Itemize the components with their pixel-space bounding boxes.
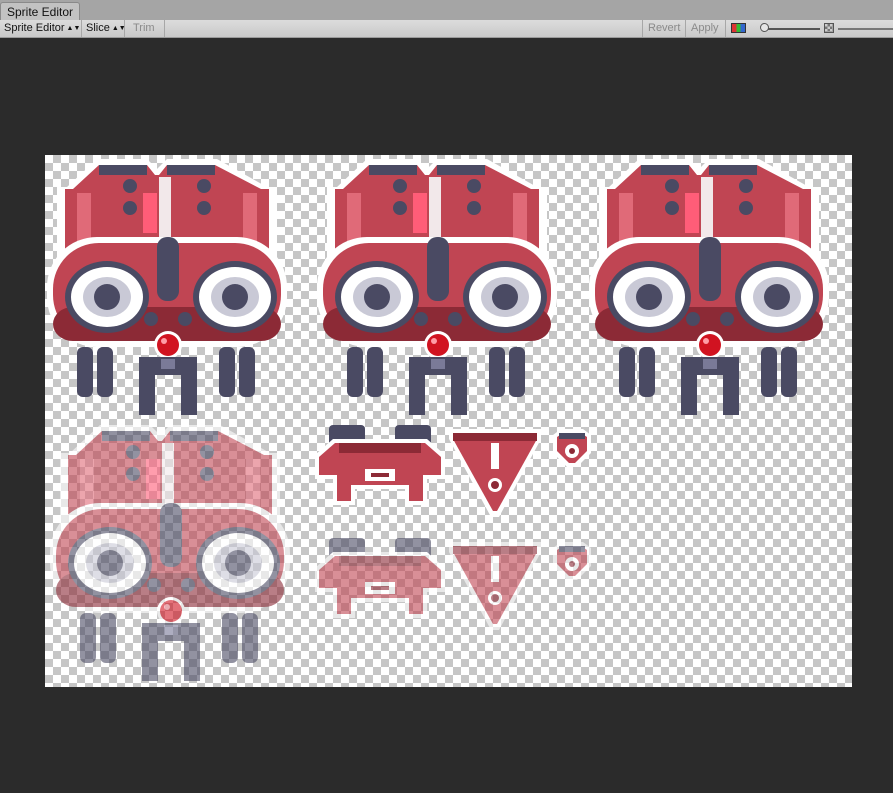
sprite-mothership-2[interactable]	[317, 157, 561, 421]
rgb-channel-icon[interactable]	[731, 23, 746, 33]
sprite-mothership-3[interactable]	[589, 157, 833, 421]
slice-label: Slice	[86, 22, 110, 34]
editor-mode-label: Sprite Editor	[4, 22, 65, 34]
sprite-drone[interactable]	[551, 427, 593, 469]
sprite-mothership-faded[interactable]	[50, 423, 294, 687]
window-tab-bar: Sprite Editor	[0, 0, 893, 21]
zoom-slider-track[interactable]	[768, 28, 820, 30]
tab-sprite-editor[interactable]: Sprite Editor	[0, 2, 80, 20]
editor-toolbar: Sprite Editor ▲▼ Slice ▲▼ Trim Revert Appl…	[0, 20, 893, 38]
mip-level-slider[interactable]	[838, 28, 893, 30]
revert-button[interactable]: Revert	[642, 20, 686, 37]
mip-level-icon	[824, 23, 834, 33]
sprite-turret[interactable]	[315, 425, 445, 505]
sprite-drone-faded[interactable]	[551, 540, 593, 582]
sprite-fighter-faded[interactable]	[449, 540, 541, 632]
dropdown-arrow-icon: ▲▼	[66, 25, 81, 32]
zoom-slider-handle[interactable]	[760, 23, 769, 32]
sprite-mothership-1[interactable]	[47, 157, 291, 421]
apply-button[interactable]: Apply	[686, 20, 726, 37]
sprite-fighter[interactable]	[449, 427, 541, 519]
sprite-sheet-canvas[interactable]	[45, 155, 852, 687]
slice-dropdown[interactable]: Slice ▲▼	[82, 20, 126, 37]
trim-button[interactable]: Trim	[125, 20, 165, 37]
editor-mode-dropdown[interactable]: Sprite Editor ▲▼	[0, 20, 82, 37]
sprite-turret-faded[interactable]	[315, 538, 445, 618]
dropdown-arrow-icon: ▲▼	[111, 25, 126, 32]
